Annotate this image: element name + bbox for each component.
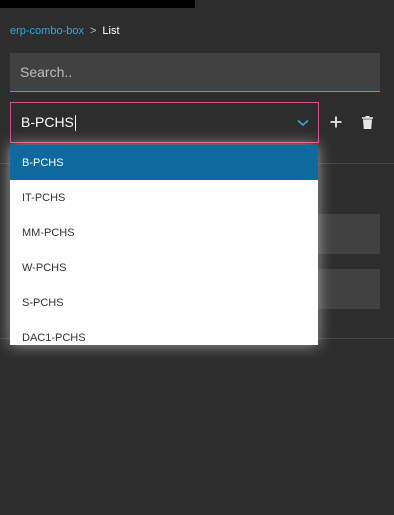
combo-box-value[interactable]: B-PCHS — [11, 113, 288, 132]
add-button[interactable] — [327, 113, 345, 131]
combo-box[interactable]: B-PCHS — [10, 102, 319, 143]
chevron-down-icon[interactable] — [288, 103, 318, 142]
delete-button[interactable] — [358, 113, 376, 131]
text-caret — [74, 115, 76, 132]
combo-box-text: B-PCHS — [21, 113, 74, 130]
dropdown-option[interactable]: DAC1-PCHS — [10, 320, 318, 345]
breadcrumb-current: List — [102, 25, 120, 37]
dropdown-option[interactable]: S-PCHS — [10, 285, 318, 320]
top-bar — [0, 0, 195, 8]
breadcrumb: erp-combo-box > List — [10, 25, 120, 37]
dropdown-option[interactable]: B-PCHS — [10, 145, 318, 180]
dropdown-option[interactable]: MM-PCHS — [10, 215, 318, 250]
page: erp-combo-box > List B-PCHS B-PCHSIT-PCH… — [0, 0, 394, 515]
plus-icon — [330, 116, 342, 128]
breadcrumb-separator: > — [89, 25, 97, 37]
search-box — [10, 53, 380, 92]
search-input[interactable] — [10, 53, 380, 91]
dropdown-option[interactable]: IT-PCHS — [10, 180, 318, 215]
dropdown-option[interactable]: W-PCHS — [10, 250, 318, 285]
breadcrumb-link[interactable]: erp-combo-box — [10, 25, 84, 37]
trash-icon — [361, 115, 373, 129]
dropdown-list: B-PCHS IT-PCHS MM-PCHS W-PCHS S-PCHS DAC1-PCH… — [10, 145, 318, 345]
